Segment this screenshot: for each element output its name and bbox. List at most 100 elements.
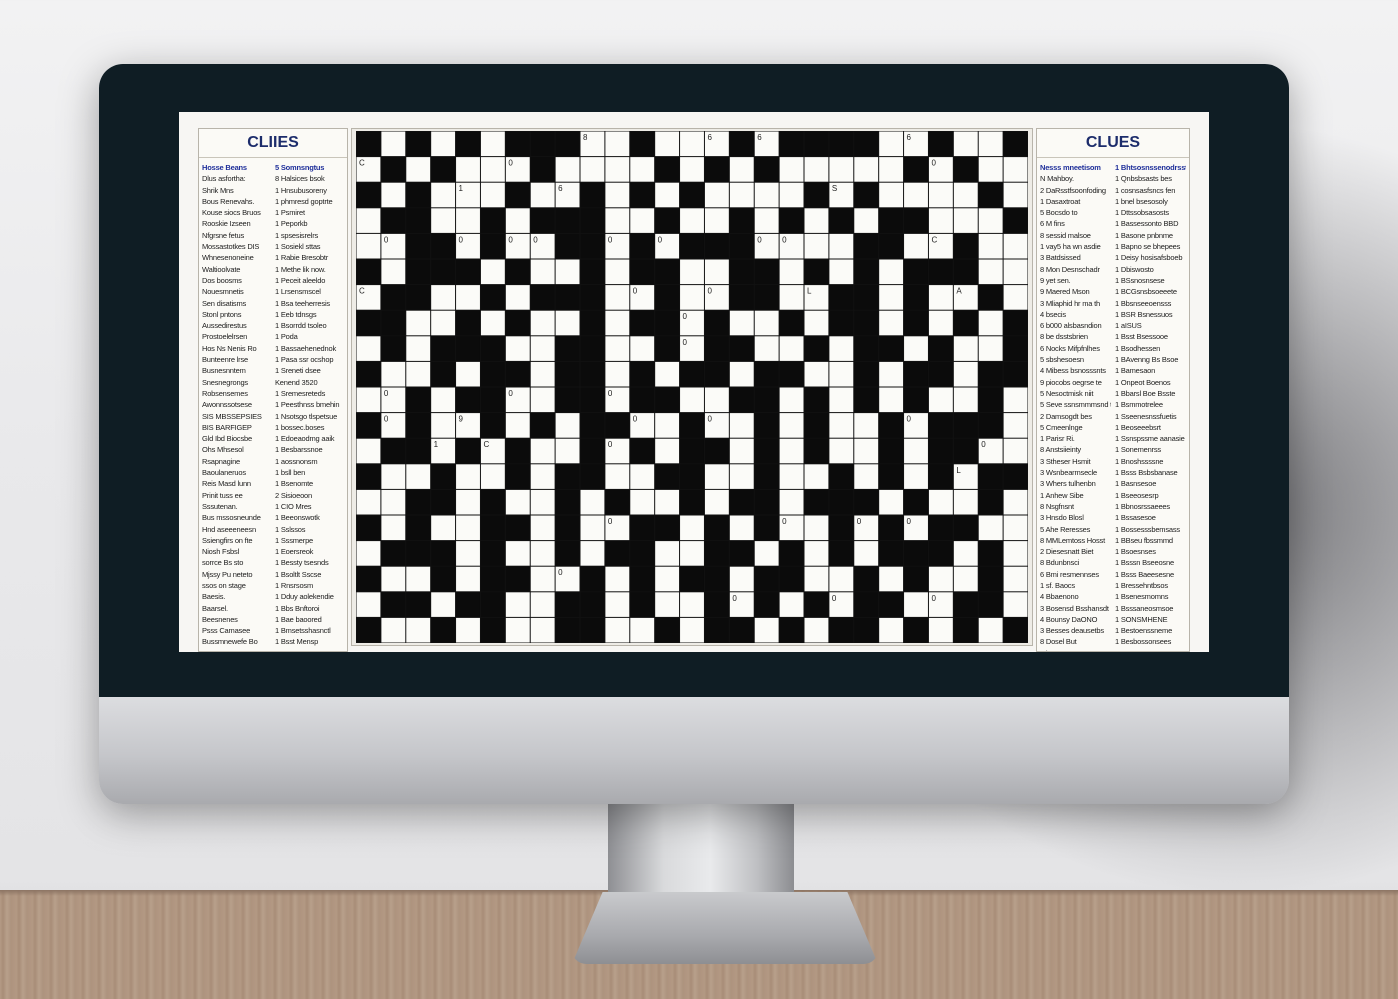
grid-cell[interactable] bbox=[356, 208, 381, 233]
clue-item[interactable]: Shrik Mns bbox=[202, 185, 271, 196]
grid-cell[interactable] bbox=[779, 438, 804, 464]
clue-item[interactable]: Kenend 3520 bbox=[275, 377, 344, 388]
grid-cell[interactable] bbox=[580, 157, 605, 182]
clue-item[interactable]: Bous Renevahs. bbox=[202, 196, 271, 207]
clue-item[interactable]: 1 Onpeot Boenos bbox=[1115, 377, 1186, 388]
clue-item[interactable]: 1 Bsss Baeesesne bbox=[1115, 569, 1186, 580]
grid-cell[interactable] bbox=[381, 566, 406, 592]
grid-cell[interactable] bbox=[854, 413, 879, 438]
grid-cell[interactable] bbox=[431, 592, 456, 617]
grid-cell[interactable] bbox=[953, 387, 978, 413]
clue-item[interactable]: Hosse Beans bbox=[202, 162, 271, 173]
clue-item[interactable]: 1 Dasaxtroat bbox=[1040, 196, 1111, 207]
clue-item[interactable]: 3 Hnsdo Blosl bbox=[1040, 512, 1111, 523]
grid-cell[interactable] bbox=[431, 208, 456, 233]
clue-item[interactable]: 1 CIO Mres bbox=[275, 501, 344, 512]
clue-item[interactable]: 4 bsecis bbox=[1040, 309, 1111, 320]
grid-cell[interactable] bbox=[530, 489, 555, 515]
grid-cell[interactable] bbox=[530, 464, 555, 489]
clue-item[interactable]: 1 Sssmerpe bbox=[275, 535, 344, 546]
grid-cell[interactable] bbox=[1003, 233, 1028, 259]
grid-cell[interactable] bbox=[655, 592, 680, 617]
clue-item[interactable]: Prostoelelrsen bbox=[202, 331, 271, 342]
grid-cell[interactable] bbox=[729, 182, 754, 208]
clue-item[interactable]: Gld Ibd Biocsbe bbox=[202, 433, 271, 444]
clue-item[interactable]: 1 Bsenomte bbox=[275, 478, 344, 489]
grid-cell[interactable] bbox=[406, 464, 431, 489]
grid-cell[interactable] bbox=[381, 182, 406, 208]
grid-cell[interactable] bbox=[480, 464, 505, 489]
clue-item[interactable]: 1 Bsmmotrelee bbox=[1115, 399, 1186, 410]
grid-cell[interactable] bbox=[655, 361, 680, 387]
clue-item[interactable]: 1 BSsnosnsese bbox=[1115, 275, 1186, 286]
grid-cell[interactable] bbox=[1003, 182, 1028, 208]
clue-item[interactable]: 1 Sreneti dsee bbox=[275, 365, 344, 376]
clue-item[interactable]: Hos Ns Nenis Ro bbox=[202, 343, 271, 354]
grid-cell[interactable] bbox=[530, 566, 555, 592]
grid-cell[interactable] bbox=[729, 361, 754, 387]
clue-item[interactable]: 5 sbshesoesn bbox=[1040, 354, 1111, 365]
clue-item[interactable]: Robsensemes bbox=[202, 388, 271, 399]
grid-cell[interactable] bbox=[978, 259, 1003, 285]
clue-item[interactable]: 3 Wsnbearmsecle bbox=[1040, 467, 1111, 478]
clue-item[interactable]: 1 phmresd goptrte bbox=[275, 196, 344, 207]
clue-item[interactable]: 1 Bsst Bsessooe bbox=[1115, 331, 1186, 342]
clue-item[interactable]: 1 Bsssn Bseeosne bbox=[1115, 557, 1186, 568]
grid-cell[interactable] bbox=[829, 361, 854, 387]
grid-cell[interactable] bbox=[530, 336, 555, 361]
clue-item[interactable]: 1 Bsss Bsbsbanase bbox=[1115, 467, 1186, 478]
grid-cell[interactable] bbox=[530, 541, 555, 566]
grid-cell[interactable] bbox=[904, 592, 928, 617]
grid-cell[interactable] bbox=[431, 182, 456, 208]
grid-cell[interactable] bbox=[381, 489, 406, 515]
clue-item[interactable]: Mossastotkes DIS bbox=[202, 241, 271, 252]
grid-cell[interactable] bbox=[904, 182, 928, 208]
grid-cell[interactable] bbox=[655, 131, 680, 157]
grid-cell[interactable] bbox=[1003, 387, 1028, 413]
grid-cell[interactable] bbox=[381, 131, 406, 157]
clue-item[interactable]: 1 Sosiekl sttas bbox=[275, 241, 344, 252]
grid-cell[interactable] bbox=[505, 413, 530, 438]
grid-cell[interactable] bbox=[879, 182, 904, 208]
grid-cell[interactable] bbox=[356, 592, 381, 617]
grid-cell[interactable] bbox=[729, 515, 754, 541]
clue-item[interactable]: Niosh Fsbsl bbox=[202, 546, 271, 557]
clue-item[interactable]: Sen disatisms bbox=[202, 298, 271, 309]
grid-cell[interactable] bbox=[953, 208, 978, 233]
clue-item[interactable]: 8 Nsgfnsnt bbox=[1040, 501, 1111, 512]
grid-cell[interactable] bbox=[381, 617, 406, 643]
clue-item[interactable]: 5 Cmeenlnge bbox=[1040, 422, 1111, 433]
clue-item[interactable]: Bunteenre lrse bbox=[202, 354, 271, 365]
clue-item[interactable]: 1 Besbarssnoe bbox=[275, 444, 344, 455]
clue-item[interactable]: 1 Bae baoored bbox=[275, 614, 344, 625]
clue-item[interactable]: 1 Sonemenrss bbox=[1115, 444, 1186, 455]
grid-cell[interactable] bbox=[480, 131, 505, 157]
clue-item[interactable]: 5 Bocsdo to bbox=[1040, 207, 1111, 218]
grid-cell[interactable] bbox=[456, 208, 480, 233]
grid-cell[interactable] bbox=[1003, 285, 1028, 310]
clue-item[interactable]: 1 bnel bsesosoly bbox=[1115, 196, 1186, 207]
grid-cell[interactable] bbox=[729, 310, 754, 336]
grid-cell[interactable] bbox=[680, 592, 704, 617]
grid-cell[interactable] bbox=[530, 592, 555, 617]
clue-item[interactable]: 2 Diesesnatt Biet bbox=[1040, 546, 1111, 557]
grid-cell[interactable] bbox=[605, 336, 630, 361]
clue-item[interactable]: 1 Bsa teeherresis bbox=[275, 298, 344, 309]
grid-cell[interactable] bbox=[530, 310, 555, 336]
grid-cell[interactable] bbox=[356, 233, 381, 259]
clue-item[interactable]: Bussmnewefe Bo bbox=[202, 636, 271, 647]
clue-item[interactable]: 8 MMLemtoss Hosst bbox=[1040, 535, 1111, 546]
clue-item[interactable]: 2 Damsogdt bes bbox=[1040, 411, 1111, 422]
grid-cell[interactable] bbox=[779, 387, 804, 413]
clue-item[interactable]: 9 yet sen. bbox=[1040, 275, 1111, 286]
clue-item[interactable]: 3 Stheser Hsmit bbox=[1040, 456, 1111, 467]
grid-cell[interactable] bbox=[406, 617, 431, 643]
grid-cell[interactable] bbox=[978, 336, 1003, 361]
grid-cell[interactable] bbox=[704, 387, 729, 413]
grid-cell[interactable] bbox=[879, 361, 904, 387]
grid-cell[interactable] bbox=[680, 157, 704, 182]
clue-item[interactable]: 1 Bhtsosnssenodrsstl bbox=[1115, 162, 1186, 173]
grid-cell[interactable] bbox=[904, 233, 928, 259]
clue-item[interactable]: 5 Nesoctmisk niit bbox=[1040, 388, 1111, 399]
clue-item[interactable]: 1 Bssasesoe bbox=[1115, 512, 1186, 523]
